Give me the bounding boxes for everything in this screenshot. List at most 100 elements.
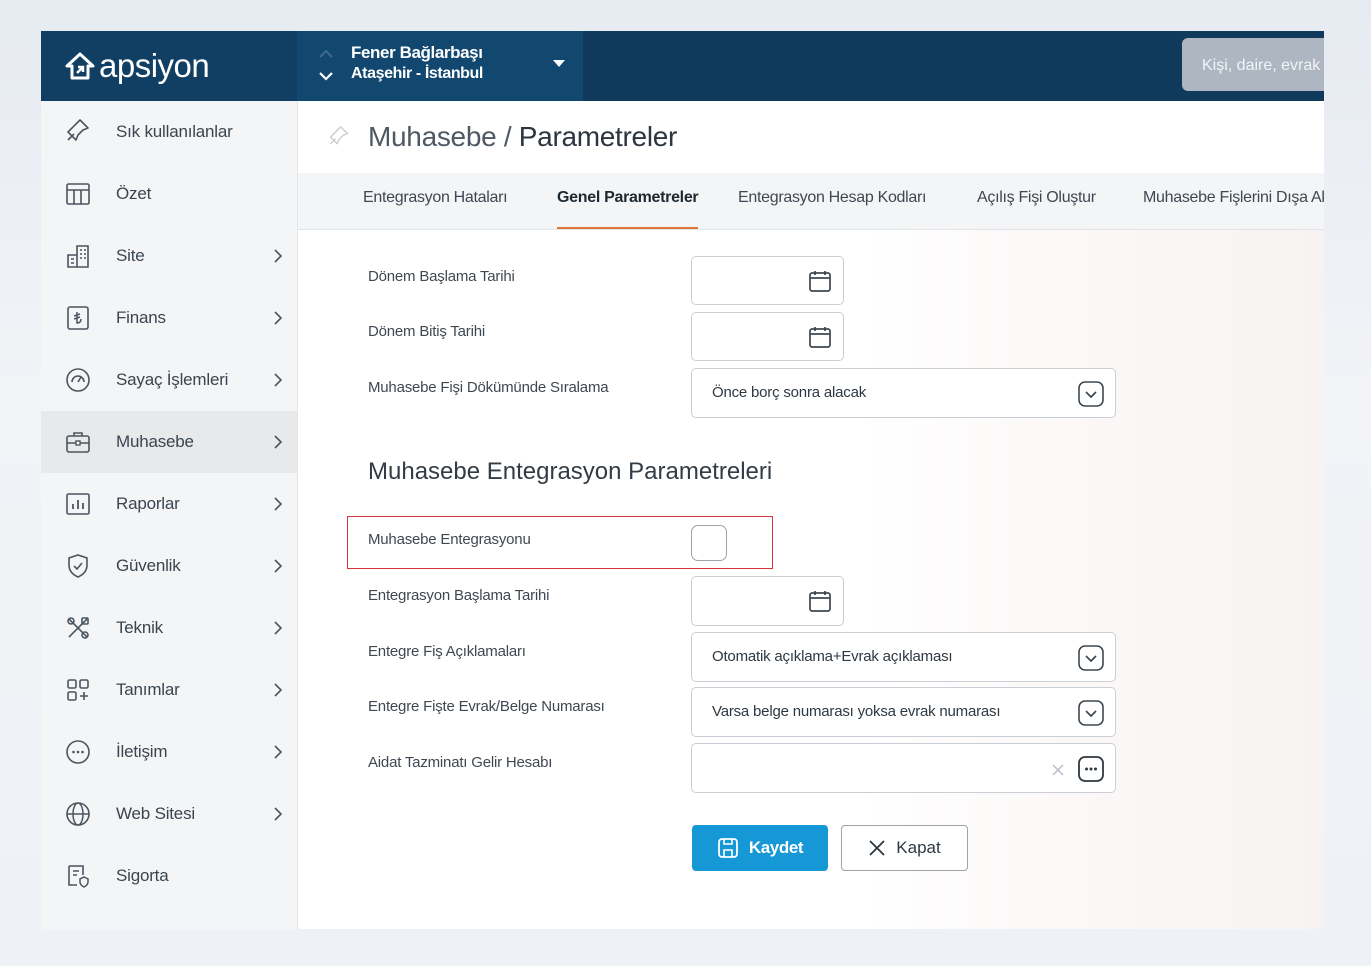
sidebar-item-label: Özet: [116, 184, 152, 203]
chevron-right-icon: [274, 435, 282, 449]
sidebar-item-finance[interactable]: Finans: [41, 287, 297, 349]
chat-icon: [66, 740, 90, 764]
chevron-right-icon: [274, 745, 282, 759]
doc-number-label: Entegre Fişte Evrak/Belge Numarası: [368, 698, 605, 715]
search-input[interactable]: [1182, 38, 1324, 93]
global-search[interactable]: [1182, 38, 1324, 93]
sidebar-item-label: Raporlar: [116, 494, 180, 513]
chevron-right-icon: [274, 621, 282, 635]
gauge-icon: [66, 368, 90, 392]
close-icon: [869, 840, 885, 856]
site-selector[interactable]: Fener Bağlarbaşı Ataşehir - İstanbul: [297, 31, 583, 101]
house-arrow-icon: [65, 52, 95, 80]
sidebar-item-favorites[interactable]: Sık kullanılanlar: [41, 101, 297, 163]
sidebar-item-security[interactable]: Güvenlik: [41, 535, 297, 597]
tools-icon: [67, 617, 89, 639]
sidebar-item-label: Finans: [116, 308, 166, 327]
tab-integration-errors[interactable]: Entegrasyon Hataları: [363, 173, 508, 229]
sort-order-value: Önce borç sonra alacak: [712, 384, 867, 401]
doc-number-select[interactable]: Varsa belge numarası yoksa evrak numaras…: [691, 687, 1116, 737]
document-icon: [68, 865, 89, 888]
sidebar-item-label: Tanımlar: [116, 680, 180, 699]
breadcrumb: Muhasebe /: [368, 121, 519, 152]
grid-plus-icon: [67, 679, 89, 701]
brand-name: apsiyon: [99, 47, 210, 84]
shield-icon: [68, 554, 88, 578]
integration-checkbox[interactable]: [691, 525, 727, 561]
chevron-right-icon: [274, 373, 282, 387]
logo-area[interactable]: apsiyon: [41, 31, 297, 101]
sidebar-item-label: İletişim: [116, 742, 168, 761]
sidebar-item-label: Teknik: [116, 618, 163, 637]
sidebar-item-technical[interactable]: Teknik: [41, 597, 297, 659]
close-button[interactable]: Kapat: [841, 825, 968, 871]
period-start-label: Dönem Başlama Tarihi: [368, 268, 515, 285]
briefcase-icon: [66, 432, 90, 453]
bar-chart-icon: [66, 493, 90, 515]
sort-order-select[interactable]: Önce borç sonra alacak: [691, 368, 1116, 418]
brand-logo: apsiyon: [63, 47, 210, 85]
sort-order-label: Muhasebe Fişi Dökümünde Sıralama: [368, 379, 609, 396]
tab-integration-account-codes[interactable]: Entegrasyon Hesap Kodları: [738, 173, 926, 229]
pin-icon: [67, 119, 89, 141]
calendar-icon[interactable]: [808, 325, 832, 349]
sidebar-item-accounting[interactable]: Muhasebe: [41, 411, 297, 473]
chevron-down-icon[interactable]: [1078, 381, 1104, 407]
chevron-right-icon: [274, 559, 282, 573]
page-title-current: Parametreler: [518, 121, 678, 152]
table-icon: [66, 183, 90, 205]
dues-account-input[interactable]: [691, 743, 1116, 793]
sidebar-item-meters[interactable]: Sayaç İşlemleri: [41, 349, 297, 411]
sidebar-item-definitions[interactable]: Tanımlar: [41, 659, 297, 721]
doc-number-value: Varsa belge numarası yoksa evrak numaras…: [712, 703, 1001, 720]
integration-start-label: Entegrasyon Başlama Tarihi: [368, 587, 550, 604]
descriptions-value: Otomatik açıklama+Evrak açıklaması: [712, 648, 953, 665]
pin-favorite-icon[interactable]: [328, 126, 350, 148]
top-bar: apsiyon Fener Bağlarbaşı Ataşehir - İsta…: [41, 31, 1324, 101]
sidebar-item-website[interactable]: Web Sitesi: [41, 783, 297, 845]
calendar-icon[interactable]: [808, 589, 832, 613]
sidebar: Sık kullanılanlar Özet Site Finans Sayaç…: [41, 101, 298, 929]
more-options-icon[interactable]: [1078, 756, 1104, 782]
sidebar-item-site[interactable]: Site: [41, 225, 297, 287]
sidebar-item-label: Web Sitesi: [116, 804, 195, 823]
sidebar-item-label: Site: [116, 246, 145, 265]
chevron-right-icon: [274, 683, 282, 697]
integration-start-date-input[interactable]: [691, 576, 844, 626]
period-start-date-input[interactable]: [691, 256, 844, 305]
section-title: Muhasebe Entegrasyon Parametreleri: [368, 458, 773, 485]
site-location: Ataşehir - İstanbul: [351, 65, 483, 82]
tab-export-vouchers[interactable]: Muhasebe Fişlerini Dışa Aktar: [1143, 173, 1324, 229]
clear-icon[interactable]: [1051, 763, 1065, 777]
app-window: apsiyon Fener Bağlarbaşı Ataşehir - İsta…: [41, 31, 1324, 929]
sidebar-item-label: Muhasebe: [116, 432, 194, 451]
sidebar-item-label: Güvenlik: [116, 556, 181, 575]
sidebar-item-insurance[interactable]: Sigorta: [41, 845, 297, 907]
calendar-icon[interactable]: [808, 269, 832, 293]
sidebar-item-label: Sigorta: [116, 866, 169, 885]
chevron-right-icon: [274, 497, 282, 511]
chevron-down-icon[interactable]: [1078, 645, 1104, 671]
descriptions-select[interactable]: Otomatik açıklama+Evrak açıklaması: [691, 632, 1116, 682]
sidebar-item-summary[interactable]: Özet: [41, 163, 297, 225]
building-icon: [67, 245, 89, 268]
site-name: Fener Bağlarbaşı: [351, 43, 483, 62]
caret-down-icon[interactable]: [552, 59, 566, 68]
tab-create-opening-voucher[interactable]: Açılış Fişi Oluştur: [977, 173, 1096, 229]
sidebar-item-communication[interactable]: İletişim: [41, 721, 297, 783]
main-content: Muhasebe / Parametreler Entegrasyon Hata…: [298, 101, 1324, 929]
chevron-down-icon[interactable]: [1078, 700, 1104, 726]
save-icon: [717, 838, 738, 858]
globe-icon: [66, 802, 90, 826]
integration-label: Muhasebe Entegrasyonu: [368, 531, 531, 548]
sidebar-item-label: Sık kullanılanlar: [116, 122, 233, 141]
chevron-right-icon: [274, 807, 282, 821]
tab-general-parameters[interactable]: Genel Parametreler: [557, 173, 699, 229]
site-switch-arrows-icon[interactable]: [317, 43, 335, 87]
save-label: Kaydet: [748, 838, 804, 857]
sidebar-item-reports[interactable]: Raporlar: [41, 473, 297, 535]
dues-account-label: Aidat Tazminatı Gelir Hesabı: [368, 754, 553, 771]
period-end-date-input[interactable]: [691, 312, 844, 361]
save-button[interactable]: Kaydet: [692, 825, 828, 871]
sidebar-item-label: Sayaç İşlemleri: [116, 370, 229, 389]
